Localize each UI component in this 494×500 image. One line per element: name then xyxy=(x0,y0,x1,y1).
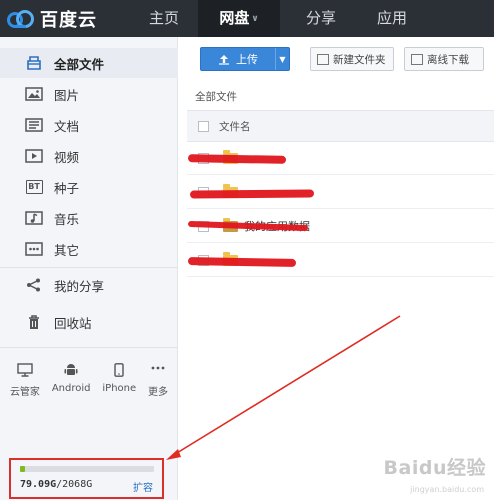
watermark-sub: jingyan.baidu.com xyxy=(410,485,484,494)
annotation-arrow-icon xyxy=(166,315,401,460)
watermark: Baidu经验 xyxy=(383,457,486,479)
